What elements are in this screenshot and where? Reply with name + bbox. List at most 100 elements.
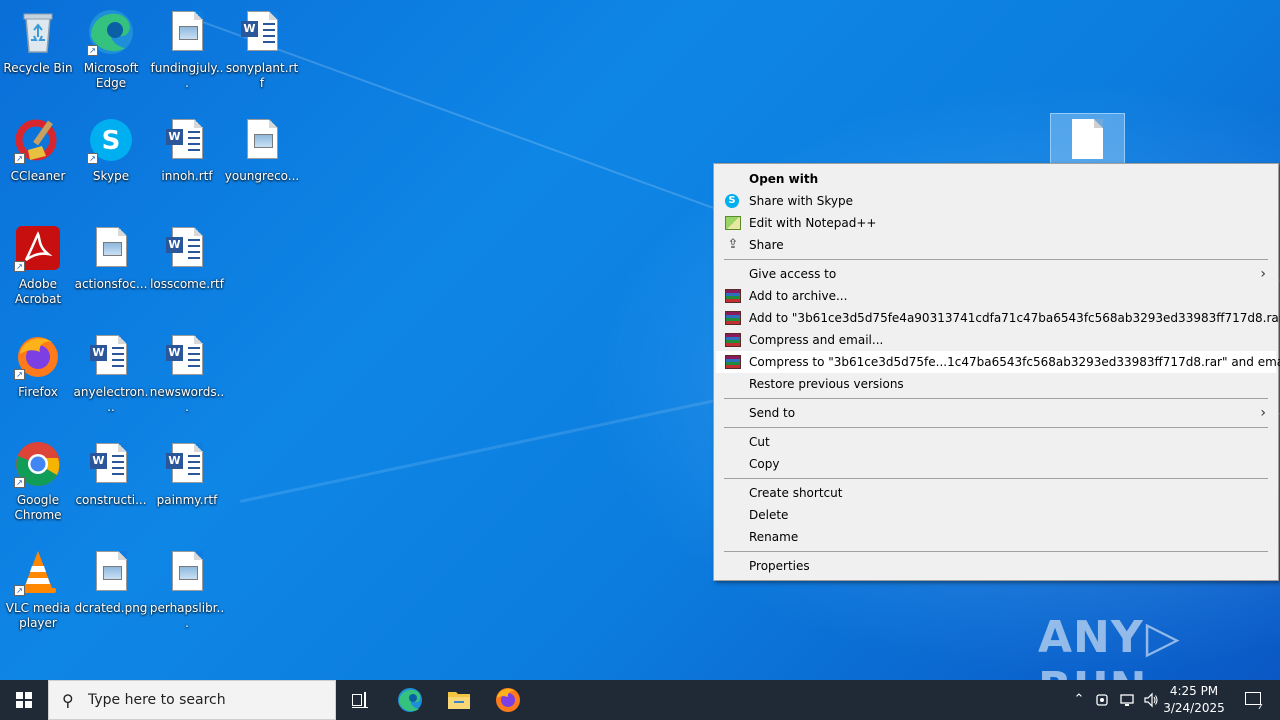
- winrar-icon: [725, 333, 741, 347]
- share-icon: ⇪: [727, 237, 739, 252]
- image-file-icon: [87, 548, 135, 596]
- menu-item-properties[interactable]: Properties: [716, 555, 1276, 577]
- taskbar-clock[interactable]: 4:25 PM 3/24/2025: [1160, 683, 1228, 717]
- search-icon: ⚲: [62, 691, 74, 710]
- selected-file-icon[interactable]: [1050, 113, 1125, 165]
- svg-text:S: S: [102, 126, 121, 156]
- chrome-icon: ↗: [14, 440, 62, 488]
- menu-item-give-access[interactable]: Give access to ›: [716, 263, 1276, 285]
- taskbar-firefox-button[interactable]: [484, 680, 532, 720]
- menu-item-edit-notepadpp[interactable]: Edit with Notepad++: [716, 212, 1276, 234]
- desktop-icon-file[interactable]: W innoh.rtf: [149, 116, 225, 184]
- clock-time: 4:25 PM: [1169, 684, 1219, 698]
- menu-item-rename[interactable]: Rename: [716, 526, 1276, 548]
- desktop-icon-file[interactable]: W painmy.rtf: [149, 440, 225, 508]
- menu-item-share[interactable]: ⇪ Share: [716, 234, 1276, 256]
- desktop-icon-label: Google Chrome: [14, 493, 62, 522]
- shortcut-arrow-icon: ↗: [87, 45, 98, 56]
- vlc-icon: ↗: [14, 548, 62, 596]
- menu-item-compress-and-email[interactable]: Compress and email...: [716, 329, 1276, 351]
- action-center-button[interactable]: [1232, 680, 1272, 720]
- menu-separator: [724, 427, 1268, 428]
- desktop-icon-google-chrome[interactable]: ↗ Google Chrome: [0, 440, 76, 523]
- meet-icon: [1096, 694, 1108, 706]
- desktop-icon-label: fundingjuly...: [150, 61, 224, 90]
- desktop-icon-file[interactable]: fundingjuly...: [149, 8, 225, 91]
- image-file-icon: [163, 548, 211, 596]
- desktop-icon-label: Skype: [92, 169, 130, 183]
- desktop-icon-file[interactable]: W newswords...: [149, 332, 225, 415]
- clock-date: 3/24/2025: [1163, 701, 1225, 715]
- menu-item-delete[interactable]: Delete: [716, 504, 1276, 526]
- desktop-icon-file[interactable]: W losscome.rtf: [149, 224, 225, 292]
- desktop-icon-recycle-bin[interactable]: Recycle Bin: [0, 8, 76, 76]
- desktop-icon-file[interactable]: perhapslibr...: [149, 548, 225, 631]
- taskbar-file-explorer-button[interactable]: [435, 680, 483, 720]
- menu-item-open-with[interactable]: Open with: [716, 168, 1276, 190]
- menu-item-cut[interactable]: Cut: [716, 431, 1276, 453]
- menu-item-restore-previous-versions[interactable]: Restore previous versions: [716, 373, 1276, 395]
- desktop-icon-label: Adobe Acrobat: [14, 277, 62, 306]
- word-doc-icon: W: [163, 224, 211, 272]
- desktop-icon-file[interactable]: W anyelectron...: [73, 332, 149, 415]
- desktop-icon-label: Firefox: [18, 385, 58, 399]
- menu-item-send-to[interactable]: Send to ›: [716, 402, 1276, 424]
- desktop-icon-file[interactable]: dcrated.png: [73, 548, 149, 616]
- notification-icon: [1245, 692, 1261, 705]
- windows-logo-icon: [16, 692, 32, 708]
- menu-item-compress-to-rar-and-email[interactable]: Compress to "3b61ce3d5d75fe...1c47ba6543…: [716, 351, 1280, 373]
- menu-separator: [724, 259, 1268, 260]
- show-hidden-icons-chevron-up-icon[interactable]: ⌃: [1068, 680, 1090, 720]
- menu-separator: [724, 551, 1268, 552]
- shortcut-arrow-icon: ↗: [14, 477, 25, 488]
- tray-app-icon[interactable]: [1092, 680, 1114, 720]
- shortcut-arrow-icon: ↗: [14, 261, 25, 272]
- search-placeholder: Type here to search: [88, 692, 226, 708]
- start-button[interactable]: [0, 680, 48, 720]
- play-icon: ▷: [1145, 612, 1181, 663]
- desktop-icon-ccleaner[interactable]: ↗ CCleaner: [0, 116, 76, 184]
- chevron-right-icon: ›: [1260, 266, 1266, 282]
- desktop-icon-firefox[interactable]: ↗ Firefox: [0, 332, 76, 400]
- image-file-icon: [87, 224, 135, 272]
- desktop-icon-label: losscome.rtf: [150, 277, 224, 291]
- desktop-icon-label: innoh.rtf: [161, 169, 213, 183]
- network-icon[interactable]: [1116, 680, 1138, 720]
- volume-icon[interactable]: [1140, 680, 1162, 720]
- skype-icon: S: [725, 194, 739, 208]
- desktop-icon-label: CCleaner: [10, 169, 66, 183]
- task-view-button[interactable]: [336, 680, 384, 720]
- desktop-icon-skype[interactable]: S ↗ Skype: [73, 116, 149, 184]
- desktop-icon-microsoft-edge[interactable]: ↗ Microsoft Edge: [73, 8, 149, 91]
- desktop-icon-label: dcrated.png: [74, 601, 148, 615]
- menu-item-create-shortcut[interactable]: Create shortcut: [716, 482, 1276, 504]
- folder-icon: [448, 692, 470, 709]
- taskbar-search-box[interactable]: ⚲ Type here to search: [48, 680, 336, 720]
- winrar-icon: [725, 311, 741, 325]
- desktop-icon-label: Microsoft Edge: [83, 61, 139, 90]
- menu-item-copy[interactable]: Copy: [716, 453, 1276, 475]
- desktop-icon-vlc[interactable]: ↗ VLC media player: [0, 548, 76, 631]
- word-doc-icon: W: [163, 440, 211, 488]
- desktop-icon-adobe-acrobat[interactable]: ↗ Adobe Acrobat: [0, 224, 76, 307]
- menu-item-share-with-skype[interactable]: S Share with Skype: [716, 190, 1276, 212]
- shortcut-arrow-icon: ↗: [87, 153, 98, 164]
- image-file-icon: [163, 8, 211, 56]
- word-doc-icon: W: [87, 332, 135, 380]
- desktop-icon-label: VLC media player: [5, 601, 71, 630]
- desktop-icon-label: youngreco...: [224, 169, 300, 183]
- taskbar-edge-button[interactable]: [386, 680, 434, 720]
- winrar-icon: [725, 289, 741, 303]
- desktop-icon-file[interactable]: W constructi...: [73, 440, 149, 508]
- desktop-icon-file[interactable]: actionsfoc...: [73, 224, 149, 292]
- desktop-icon-label: anyelectron...: [73, 385, 149, 414]
- edge-icon: ↗: [87, 8, 135, 56]
- acrobat-icon: ↗: [14, 224, 62, 272]
- context-menu: Open with S Share with Skype Edit with N…: [713, 163, 1280, 581]
- menu-item-add-to-archive[interactable]: Add to archive...: [716, 285, 1276, 307]
- desktop-icon-file[interactable]: W sonyplant.rtf: [224, 8, 300, 91]
- desktop-icon-file[interactable]: youngreco...: [224, 116, 300, 184]
- menu-separator: [724, 398, 1268, 399]
- shortcut-arrow-icon: ↗: [14, 585, 25, 596]
- menu-item-add-to-rar[interactable]: Add to "3b61ce3d5d75fe4a90313741cdfa71c4…: [716, 307, 1280, 329]
